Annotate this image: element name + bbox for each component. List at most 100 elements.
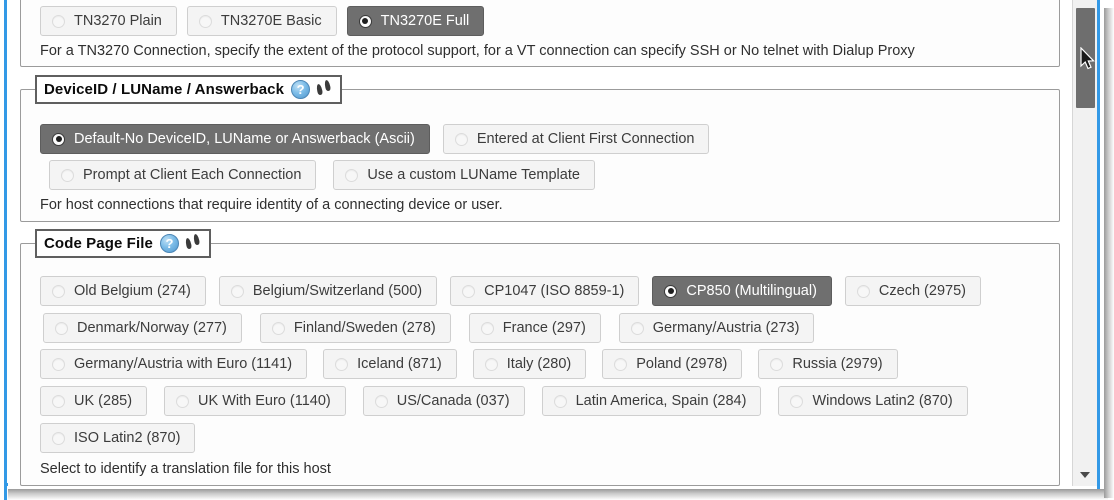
help-question-icon[interactable]: ? [291, 79, 311, 99]
option-old-belgium-274[interactable]: Old Belgium (274) [40, 276, 206, 306]
viewport-right-border [1097, 0, 1100, 490]
option-label: UK (285) [74, 393, 133, 409]
radio-indicator-icon [52, 14, 65, 28]
deviceid-options-row-1: Default-No DeviceID, LUName or Answerbac… [40, 124, 710, 154]
option-poland-2978[interactable]: Poland (2978) [602, 349, 743, 379]
radio-indicator-icon [790, 394, 804, 408]
vertical-scrollbar[interactable] [1072, 0, 1097, 486]
option-czech-2975[interactable]: Czech (2975) [844, 276, 981, 306]
option-label: Russia (2979) [792, 356, 883, 372]
radio-indicator-icon [55, 321, 68, 335]
codepage-options-row-1: Old Belgium (274) Belgium/Switzerland (5… [40, 276, 981, 306]
radio-indicator-icon [358, 14, 372, 28]
window-bottom-shadow [8, 489, 1108, 500]
radio-indicator-icon [52, 284, 65, 298]
viewport-left-border [4, 0, 7, 500]
radio-indicator-icon [856, 284, 870, 298]
radio-indicator-icon [271, 321, 285, 335]
option-label: Denmark/Norway (277) [77, 320, 227, 336]
option-label: UK With Euro (1140) [198, 393, 331, 409]
code-page-file-fieldset: Code Page File ? Old Belgium (274) Belgi… [20, 229, 1060, 486]
option-russia-2979[interactable]: Russia (2979) [758, 349, 898, 379]
radio-indicator-icon [454, 132, 468, 146]
option-label: Old Belgium (274) [74, 283, 191, 299]
footprints-icon[interactable] [184, 233, 202, 253]
option-label: TN3270E Basic [220, 13, 322, 29]
option-label: ISO Latin2 (870) [74, 430, 181, 446]
protocol-hint-text: For a TN3270 Connection, specify the ext… [40, 43, 915, 59]
option-cp1047-iso-8859-1[interactable]: CP1047 (ISO 8859-1) [450, 276, 640, 306]
radio-indicator-icon [462, 284, 476, 298]
option-finland-sweden-278[interactable]: Finland/Sweden (278) [259, 313, 451, 343]
option-entered-at-client-first-connection[interactable]: Entered at Client First Connection [442, 124, 710, 154]
option-label: Default-No DeviceID, LUName or Answerbac… [74, 131, 415, 147]
option-label: TN3270 Plain [74, 13, 162, 29]
codepage-hint-text: Select to identify a translation file fo… [40, 461, 331, 477]
option-iceland-871[interactable]: Iceland (871) [323, 349, 457, 379]
deviceid-options-row-2: Prompt at Client Each Connection Use a c… [49, 160, 595, 190]
radio-indicator-icon [614, 357, 628, 371]
option-label: Finland/Sweden (278) [293, 320, 436, 336]
radio-indicator-icon [664, 284, 678, 298]
help-question-icon[interactable]: ? [159, 233, 179, 253]
option-tn3270-plain[interactable]: TN3270 Plain [40, 6, 177, 36]
option-tn3270e-full[interactable]: TN3270E Full [346, 6, 485, 36]
radio-indicator-icon [770, 357, 784, 371]
radio-indicator-icon [630, 321, 644, 335]
option-label: Germany/Austria with Euro (1141) [74, 356, 293, 372]
option-label: CP1047 (ISO 8859-1) [484, 283, 625, 299]
protocol-options-row: TN3270 Plain TN3270E Basic TN3270E Full [40, 6, 485, 36]
option-label: Italy (280) [506, 356, 572, 372]
option-label: Poland (2978) [636, 356, 728, 372]
option-us-canada-037[interactable]: US/Canada (037) [362, 386, 525, 416]
option-uk-285[interactable]: UK (285) [40, 386, 148, 416]
option-default-no-deviceid[interactable]: Default-No DeviceID, LUName or Answerbac… [40, 124, 430, 154]
radio-indicator-icon [52, 431, 65, 445]
option-france-297[interactable]: France (297) [468, 313, 601, 343]
radio-indicator-icon [61, 168, 74, 182]
codepage-legend: Code Page File ? [35, 229, 211, 258]
option-germany-austria-euro-1141[interactable]: Germany/Austria with Euro (1141) [40, 349, 308, 379]
chevron-down-icon[interactable] [1073, 464, 1097, 486]
window-right-shadow [1104, 8, 1114, 498]
radio-indicator-icon [480, 321, 494, 335]
option-iso-latin2-870[interactable]: ISO Latin2 (870) [40, 423, 196, 453]
codepage-options-row-3: Germany/Austria with Euro (1141) Iceland… [40, 349, 898, 379]
option-prompt-at-client-each-connection[interactable]: Prompt at Client Each Connection [49, 160, 317, 190]
option-uk-with-euro-1140[interactable]: UK With Euro (1140) [164, 386, 346, 416]
option-label: Latin America, Spain (284) [575, 393, 747, 409]
option-label: Use a custom LUName Template [367, 167, 580, 183]
option-use-custom-luname-template[interactable]: Use a custom LUName Template [333, 160, 595, 190]
radio-indicator-icon [345, 168, 359, 182]
radio-indicator-icon [484, 357, 498, 371]
option-tn3270e-basic[interactable]: TN3270E Basic [186, 6, 337, 36]
option-label: Entered at Client First Connection [476, 131, 695, 147]
option-label: Iceland (871) [357, 356, 442, 372]
option-denmark-norway-277[interactable]: Denmark/Norway (277) [43, 313, 242, 343]
scrollbar-thumb[interactable] [1076, 8, 1095, 108]
protocol-support-fieldset: TN3270 Plain TN3270E Basic TN3270E Full … [20, 0, 1060, 67]
option-windows-latin2-870[interactable]: Windows Latin2 (870) [778, 386, 968, 416]
radio-indicator-icon [52, 357, 65, 371]
option-label: Prompt at Client Each Connection [83, 167, 302, 183]
option-latin-america-spain-284[interactable]: Latin America, Spain (284) [541, 386, 762, 416]
option-label: Windows Latin2 (870) [812, 393, 953, 409]
option-cp850-multilingual[interactable]: CP850 (Multilingual) [652, 276, 832, 306]
codepage-legend-label: Code Page File [44, 234, 153, 252]
codepage-options-row-4: UK (285) UK With Euro (1140) US/Canada (… [40, 386, 968, 416]
deviceid-luname-answerback-fieldset: DeviceID / LUName / Answerback ? Default… [20, 75, 1060, 222]
option-label: Germany/Austria (273) [652, 320, 800, 336]
radio-indicator-icon [335, 357, 349, 371]
option-label: Belgium/Switzerland (500) [252, 283, 423, 299]
option-label: Czech (2975) [878, 283, 966, 299]
application-window: TN3270 Plain TN3270E Basic TN3270E Full … [0, 0, 1114, 500]
option-belgium-switzerland-500[interactable]: Belgium/Switzerland (500) [218, 276, 438, 306]
option-label: TN3270E Full [380, 13, 470, 29]
radio-indicator-icon [52, 132, 65, 146]
option-label: US/Canada (037) [396, 393, 510, 409]
footprints-icon[interactable] [315, 79, 333, 99]
radio-indicator-icon [52, 394, 65, 408]
option-italy-280[interactable]: Italy (280) [472, 349, 587, 379]
option-germany-austria-273[interactable]: Germany/Austria (273) [618, 313, 815, 343]
deviceid-legend-label: DeviceID / LUName / Answerback [44, 80, 285, 98]
